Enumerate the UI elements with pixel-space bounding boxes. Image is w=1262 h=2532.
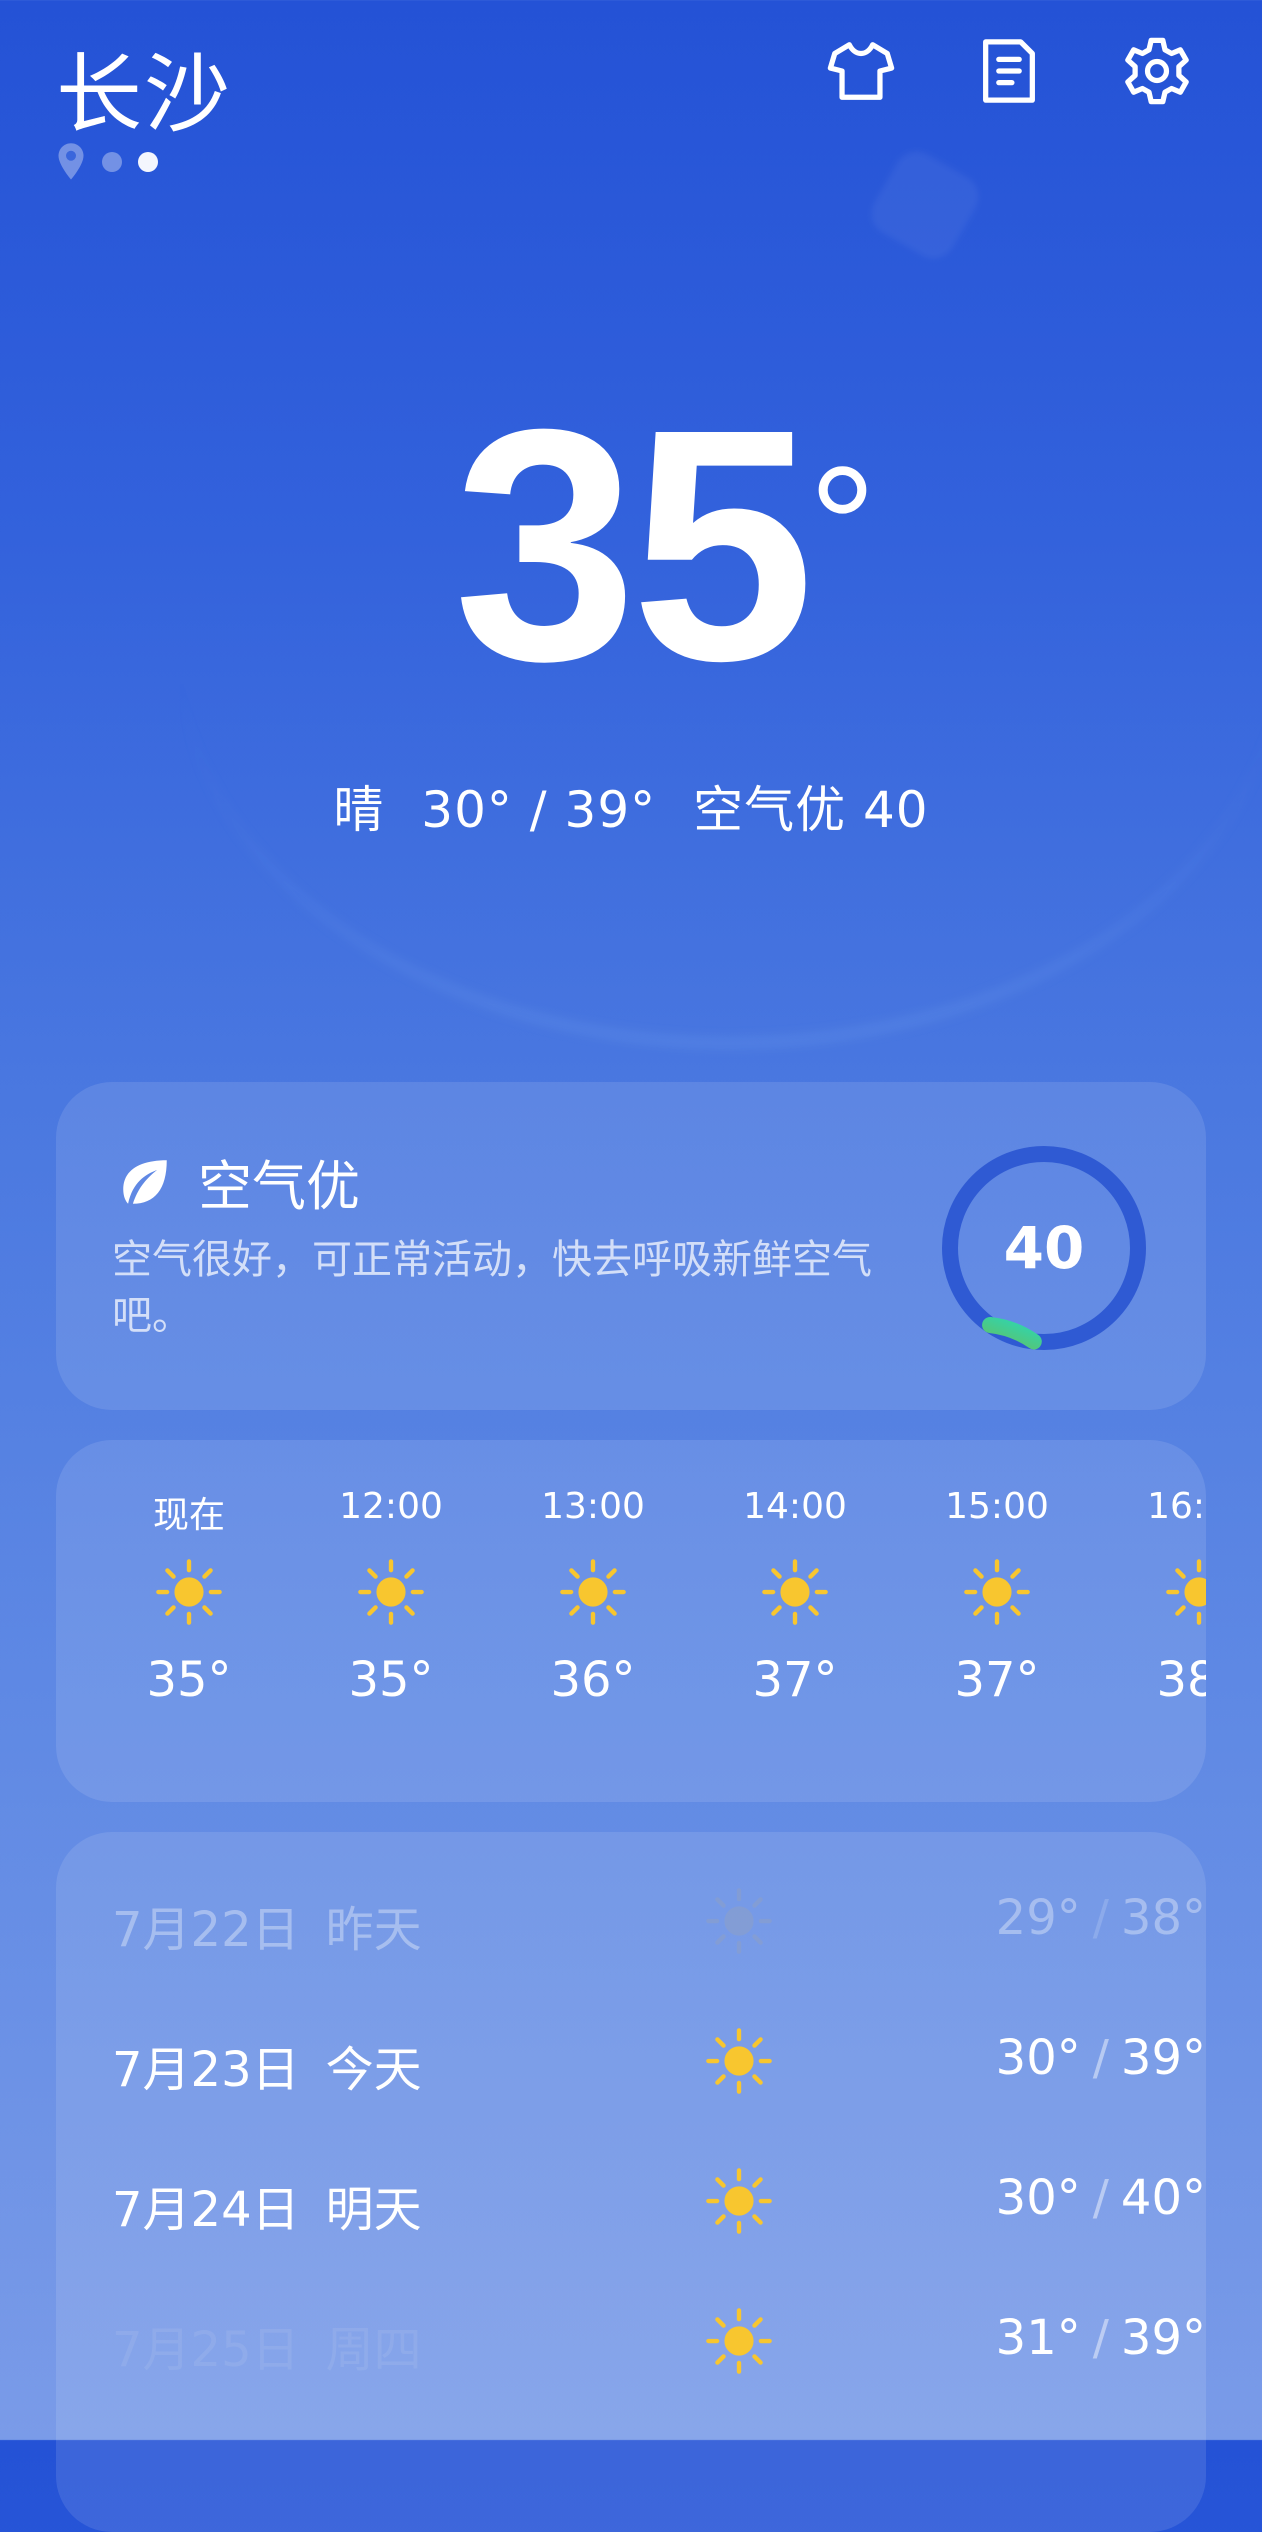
range-separator: / bbox=[1092, 2170, 1109, 2226]
hourly-time: 15:00 bbox=[945, 1486, 1049, 1527]
daily-date: 7月22日 昨天 bbox=[112, 1890, 422, 1960]
air-quality-description: 空气很好，可正常活动，快去呼吸新鲜空气吧。 bbox=[112, 1237, 872, 1339]
daily-low: 29° bbox=[995, 1890, 1081, 1946]
hourly-time: 14:00 bbox=[743, 1486, 847, 1527]
toolbar bbox=[826, 36, 1192, 106]
range-separator: / bbox=[1092, 1890, 1109, 1946]
hourly-forecast-list[interactable]: 现在 35° 12:00 35° 13:00 36° 14:00 37° 15:00 37° 16:… bbox=[88, 1486, 1206, 1708]
hourly-item[interactable]: 13:00 36° bbox=[492, 1486, 694, 1708]
air-quality-title: 空气优 bbox=[198, 1155, 360, 1218]
city-name[interactable]: 长沙 bbox=[56, 24, 232, 149]
daily-date-text: 7月22日 bbox=[112, 1902, 300, 1958]
sun-icon bbox=[290, 1540, 492, 1644]
daily-date-text: 7月25日 bbox=[112, 2322, 300, 2378]
daily-row[interactable]: 7月23日 今天 30°/39° bbox=[112, 2012, 1206, 2112]
daily-low: 30° bbox=[995, 2170, 1081, 2226]
location-pin-icon bbox=[58, 143, 84, 180]
hourly-item[interactable]: 12:00 35° bbox=[290, 1486, 492, 1708]
sun-icon bbox=[1098, 1540, 1206, 1644]
daily-relative-day: 今天 bbox=[325, 2042, 422, 2098]
page-dot bbox=[102, 152, 122, 172]
page-dot-active bbox=[138, 152, 158, 172]
gear-icon[interactable] bbox=[1122, 36, 1192, 106]
hourly-time: 现在 bbox=[152, 1495, 225, 1536]
sun-icon bbox=[694, 1540, 896, 1644]
daily-temp-range: 29°/38° bbox=[996, 1890, 1206, 1946]
hourly-temp: 36° bbox=[550, 1652, 636, 1708]
hourly-temp: 35° bbox=[348, 1652, 434, 1708]
range-separator: / bbox=[1092, 2310, 1109, 2366]
aqi-value: 40 bbox=[1003, 1214, 1085, 1282]
air-quality-heading: 空气优 bbox=[116, 1142, 360, 1221]
hourly-item[interactable]: 现在 35° bbox=[88, 1486, 290, 1708]
current-temperature: 35 ° bbox=[0, 380, 1262, 710]
daily-low: 31° bbox=[995, 2310, 1081, 2366]
hourly-time: 13:00 bbox=[541, 1486, 645, 1527]
daily-date-text: 7月24日 bbox=[112, 2182, 300, 2238]
tshirt-icon[interactable] bbox=[826, 36, 896, 106]
daily-high: 39° bbox=[1120, 2030, 1206, 2086]
daily-temp-range: 30°/40° bbox=[996, 2170, 1206, 2226]
hourly-temp: 35° bbox=[146, 1652, 232, 1708]
sun-icon bbox=[704, 2306, 774, 2376]
daily-high: 40° bbox=[1120, 2170, 1206, 2226]
daily-row[interactable]: 7月22日 昨天 29°/38° bbox=[112, 1872, 1206, 1972]
air-quality-card[interactable]: 空气优 空气很好，可正常活动，快去呼吸新鲜空气吧。 40 bbox=[56, 1082, 1206, 1410]
daily-temp-range: 30°/39° bbox=[996, 2030, 1206, 2086]
condition-text: 晴 bbox=[333, 781, 385, 839]
daily-date: 7月24日 明天 bbox=[112, 2170, 422, 2240]
daily-high: 39° bbox=[1120, 2310, 1206, 2366]
hourly-item[interactable]: 14:00 37° bbox=[694, 1486, 896, 1708]
hourly-item[interactable]: 16:00 38° bbox=[1098, 1486, 1206, 1708]
daily-temp-range: 31°/39° bbox=[996, 2310, 1206, 2366]
daily-row[interactable]: 7月24日 明天 30°/40° bbox=[112, 2152, 1206, 2252]
daily-high: 38° bbox=[1120, 1890, 1206, 1946]
daily-date-text: 7月23日 bbox=[112, 2042, 300, 2098]
page-indicator bbox=[56, 142, 158, 182]
hourly-temp: 37° bbox=[752, 1652, 838, 1708]
hourly-time: 12:00 bbox=[339, 1486, 443, 1527]
sun-icon bbox=[88, 1540, 290, 1644]
sun-icon bbox=[492, 1540, 694, 1644]
daily-relative-day: 明天 bbox=[325, 2182, 422, 2238]
sun-icon bbox=[704, 2166, 774, 2236]
sun-icon bbox=[704, 1886, 774, 1956]
daily-relative-day: 昨天 bbox=[325, 1902, 422, 1958]
document-icon[interactable] bbox=[974, 36, 1044, 106]
hourly-temp: 37° bbox=[954, 1652, 1040, 1708]
background-hexagon bbox=[863, 143, 987, 267]
aqi-gauge: 40 bbox=[938, 1142, 1150, 1354]
hourly-item[interactable]: 15:00 37° bbox=[896, 1486, 1098, 1708]
weather-summary: 晴 30° / 39° 空气优 40 bbox=[0, 770, 1262, 842]
hourly-temp: 38° bbox=[1156, 1652, 1206, 1708]
degree-symbol: ° bbox=[808, 432, 877, 622]
daily-date: 7月25日 周四 bbox=[112, 2310, 422, 2380]
air-quality-text: 空气优 40 bbox=[693, 781, 929, 839]
daily-forecast-card[interactable]: 7月22日 昨天 29°/38° 7月23日 今天 30°/39° 7月24日 明天 30°/4… bbox=[56, 1832, 1206, 2532]
daily-relative-day: 周四 bbox=[325, 2322, 422, 2378]
hourly-time: 16:00 bbox=[1147, 1486, 1206, 1527]
range-separator: / bbox=[1092, 2030, 1109, 2086]
daily-date: 7月23日 今天 bbox=[112, 2030, 422, 2100]
temp-range-text: 30° / 39° bbox=[421, 781, 657, 839]
current-temperature-value: 35 bbox=[453, 360, 814, 729]
sun-icon bbox=[896, 1540, 1098, 1644]
daily-row[interactable]: 7月25日 周四 31°/39° bbox=[112, 2292, 1206, 2392]
sun-icon bbox=[704, 2026, 774, 2096]
leaf-icon bbox=[123, 1159, 167, 1204]
hourly-forecast-card[interactable]: 现在 35° 12:00 35° 13:00 36° 14:00 37° 15:00 37° 16:… bbox=[56, 1440, 1206, 1802]
daily-low: 30° bbox=[995, 2030, 1081, 2086]
